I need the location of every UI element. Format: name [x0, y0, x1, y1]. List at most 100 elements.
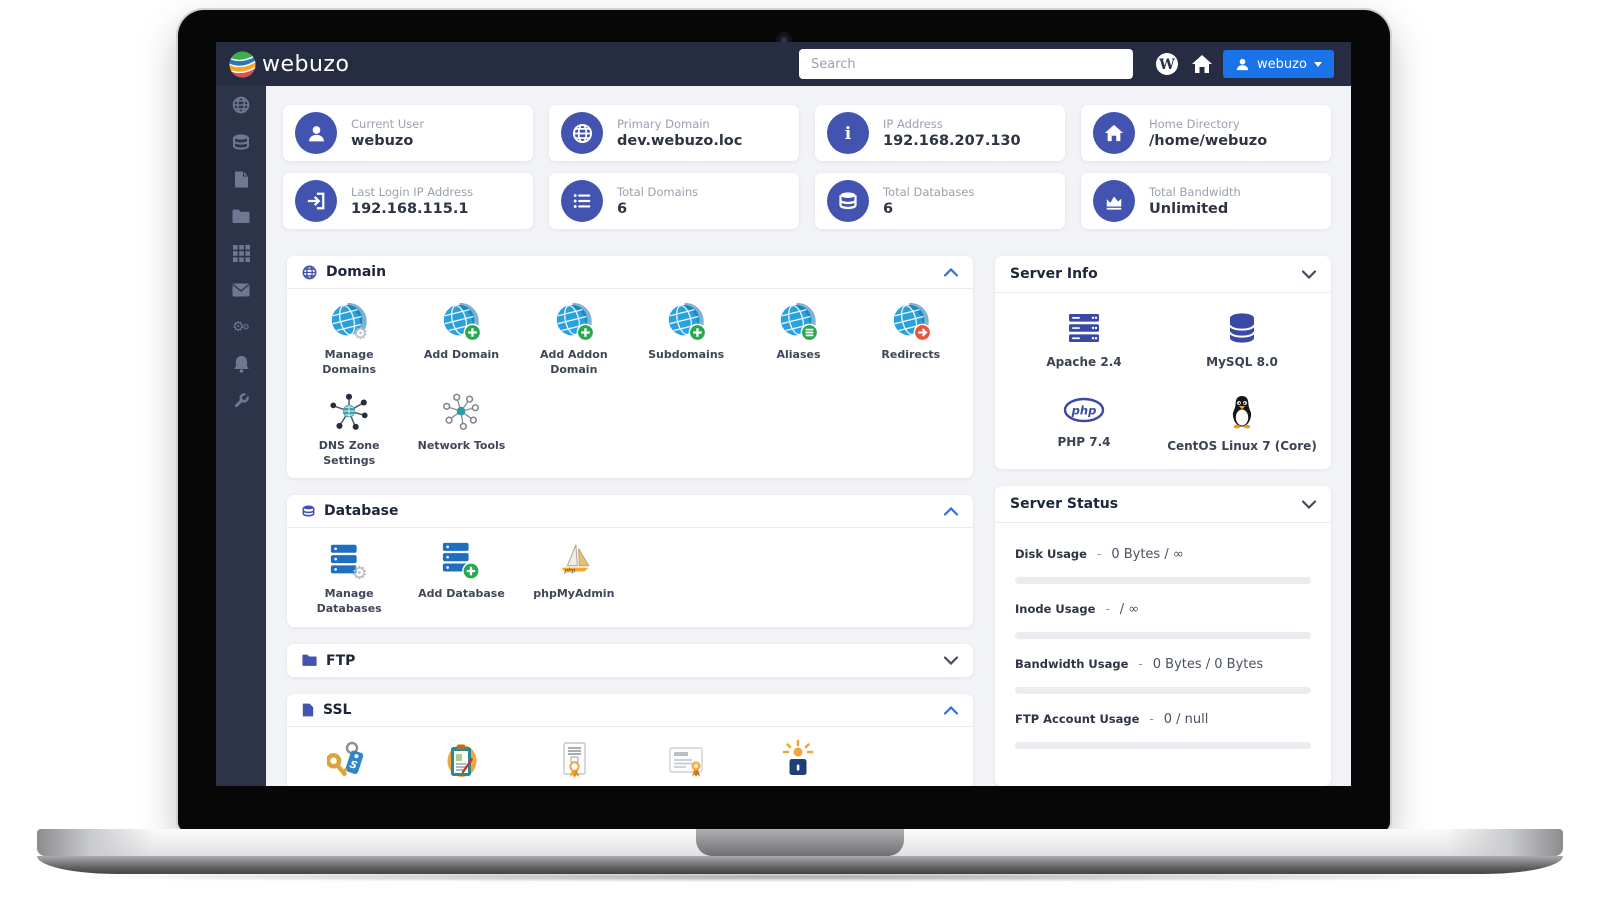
info-icon: i [838, 123, 858, 143]
chevron-up-icon[interactable] [944, 706, 958, 715]
globe-icon [232, 96, 250, 114]
database-panel-header[interactable]: Database [287, 495, 973, 528]
phpmyadmin-icon: php [553, 540, 595, 582]
globe-redirect-icon [890, 301, 932, 343]
php-logo-icon: php [1062, 395, 1106, 425]
chevron-down-icon[interactable] [944, 656, 958, 665]
laptop-shadow [80, 872, 1520, 882]
stat-value: Unlimited [1149, 201, 1241, 217]
item-lets-encrypt[interactable]: Lets Encrypt [742, 739, 854, 786]
apps-grid-icon [233, 245, 250, 262]
sidebar-item-apps[interactable] [232, 244, 250, 262]
item-phpmyadmin[interactable]: php phpMyAdmin [518, 540, 630, 617]
item-add-addon-domain[interactable]: Add Addon Domain [518, 301, 630, 378]
status-row-disk: Disk Usage - 0 Bytes / ∞ [1015, 529, 1311, 584]
domain-panel-header[interactable]: Domain [287, 256, 973, 289]
user-menu-button[interactable]: webuzo [1223, 50, 1334, 78]
database-icon [232, 133, 250, 151]
stat-card-ip-address[interactable]: i IP Address 192.168.207.130 [815, 105, 1065, 161]
item-dns-zone-settings[interactable]: DNS Zone Settings [293, 392, 405, 469]
server-plus-icon [440, 540, 482, 582]
ssl-panel-header[interactable]: SSL [287, 694, 973, 727]
file-icon [302, 703, 314, 717]
stat-value: 6 [883, 201, 974, 217]
stat-label: Primary Domain [617, 117, 742, 131]
sidebar-item-tools[interactable] [232, 392, 250, 410]
stat-label: Total Databases [883, 185, 974, 199]
server-stack-icon [1066, 311, 1102, 345]
item-manage-databases[interactable]: ⚙ Manage Databases [293, 540, 405, 617]
stat-card-last-login-ip[interactable]: Last Login IP Address 192.168.115.1 [283, 173, 533, 229]
ssl-panel: SSL [287, 694, 973, 786]
server-info-header[interactable]: Server Info [995, 256, 1331, 293]
chevron-down-icon[interactable] [1302, 500, 1316, 509]
stat-card-primary-domain[interactable]: Primary Domain dev.webuzo.loc [549, 105, 799, 161]
chevron-up-icon[interactable] [944, 507, 958, 516]
svg-text:⚙: ⚙ [353, 324, 368, 343]
stat-card-current-user[interactable]: Current User webuzo [283, 105, 533, 161]
stat-value: 192.168.115.1 [351, 201, 473, 217]
home-icon [1104, 123, 1124, 143]
domain-panel: Domain [287, 256, 973, 478]
home-icon[interactable] [1191, 53, 1213, 75]
item-manage-domains[interactable]: ⚙ Manage Domains [293, 301, 405, 378]
stat-label: Current User [351, 117, 424, 131]
globe-plus-icon [440, 301, 482, 343]
item-cert-signing[interactable]: Cert Signing [405, 739, 517, 786]
sidebar-item-settings[interactable]: ⚙ ⚙ [232, 318, 250, 336]
svg-text:php: php [563, 569, 575, 575]
stat-card-total-domains[interactable]: Total Domains 6 [549, 173, 799, 229]
server-info-apache: Apache 2.4 [1005, 311, 1163, 369]
sidebar-item-databases[interactable] [232, 133, 250, 151]
server-gear-icon: ⚙ [328, 540, 370, 582]
status-row-bandwidth: Bandwidth Usage - 0 Bytes / 0 Bytes [1015, 639, 1311, 694]
stat-label: Last Login IP Address [351, 185, 473, 199]
user-menu-label: webuzo [1257, 57, 1307, 72]
database-icon [838, 191, 858, 211]
server-info-panel: Server Info [995, 256, 1331, 469]
top-navbar: webuzo W [216, 42, 1351, 86]
server-status-panel: Server Status Disk Usage [995, 486, 1331, 786]
item-add-database[interactable]: Add Database [405, 540, 517, 617]
dns-network-icon [328, 392, 370, 434]
item-redirects[interactable]: Redirects [855, 301, 967, 378]
server-status-header[interactable]: Server Status [995, 486, 1331, 523]
stat-card-total-bandwidth[interactable]: Total Bandwidth Unlimited [1081, 173, 1331, 229]
stat-card-home-directory[interactable]: Home Directory /home/webuzo [1081, 105, 1331, 161]
globe-list-icon [777, 301, 819, 343]
sidebar-item-email[interactable] [232, 281, 250, 299]
install-certificate-icon [664, 739, 708, 783]
left-sidebar: ⚙ ⚙ [216, 86, 266, 786]
svg-text:W: W [1158, 57, 1175, 73]
panel-title: Database [324, 503, 399, 519]
panel-title: Server Status [1010, 496, 1118, 512]
panel-title: FTP [326, 653, 355, 669]
sidebar-item-folders[interactable] [232, 207, 250, 225]
item-certificate[interactable]: Certificate [518, 739, 630, 786]
item-network-tools[interactable]: Network Tools [405, 392, 517, 469]
file-icon [234, 171, 249, 188]
item-add-domain[interactable]: Add Domain [405, 301, 517, 378]
cert-signing-icon [439, 739, 483, 783]
stat-card-total-databases[interactable]: Total Databases 6 [815, 173, 1065, 229]
chevron-down-icon[interactable] [1302, 270, 1316, 279]
search-input[interactable] [799, 49, 1133, 79]
folder-icon [232, 209, 250, 224]
ftp-panel-header[interactable]: FTP [287, 644, 973, 677]
item-private-keys[interactable]: S Private Keys [293, 739, 405, 786]
chevron-up-icon[interactable] [944, 268, 958, 277]
item-install-certificate[interactable]: Install Certificate [630, 739, 742, 786]
stat-value: dev.webuzo.loc [617, 133, 742, 149]
laptop-screen-bezel: webuzo W [178, 10, 1390, 832]
webuzo-logo[interactable]: webuzo [216, 51, 446, 78]
progress-bar [1015, 742, 1311, 749]
sidebar-item-notifications[interactable] [232, 355, 250, 373]
server-info-mysql: MySQL 8.0 [1163, 311, 1321, 369]
item-subdomains[interactable]: Subdomains [630, 301, 742, 378]
wordpress-icon[interactable]: W [1155, 52, 1179, 76]
sidebar-item-domains[interactable] [232, 96, 250, 114]
sidebar-item-files[interactable] [232, 170, 250, 188]
globe-icon [572, 123, 593, 144]
svg-text:⚙: ⚙ [242, 322, 249, 332]
item-aliases[interactable]: Aliases [742, 301, 854, 378]
